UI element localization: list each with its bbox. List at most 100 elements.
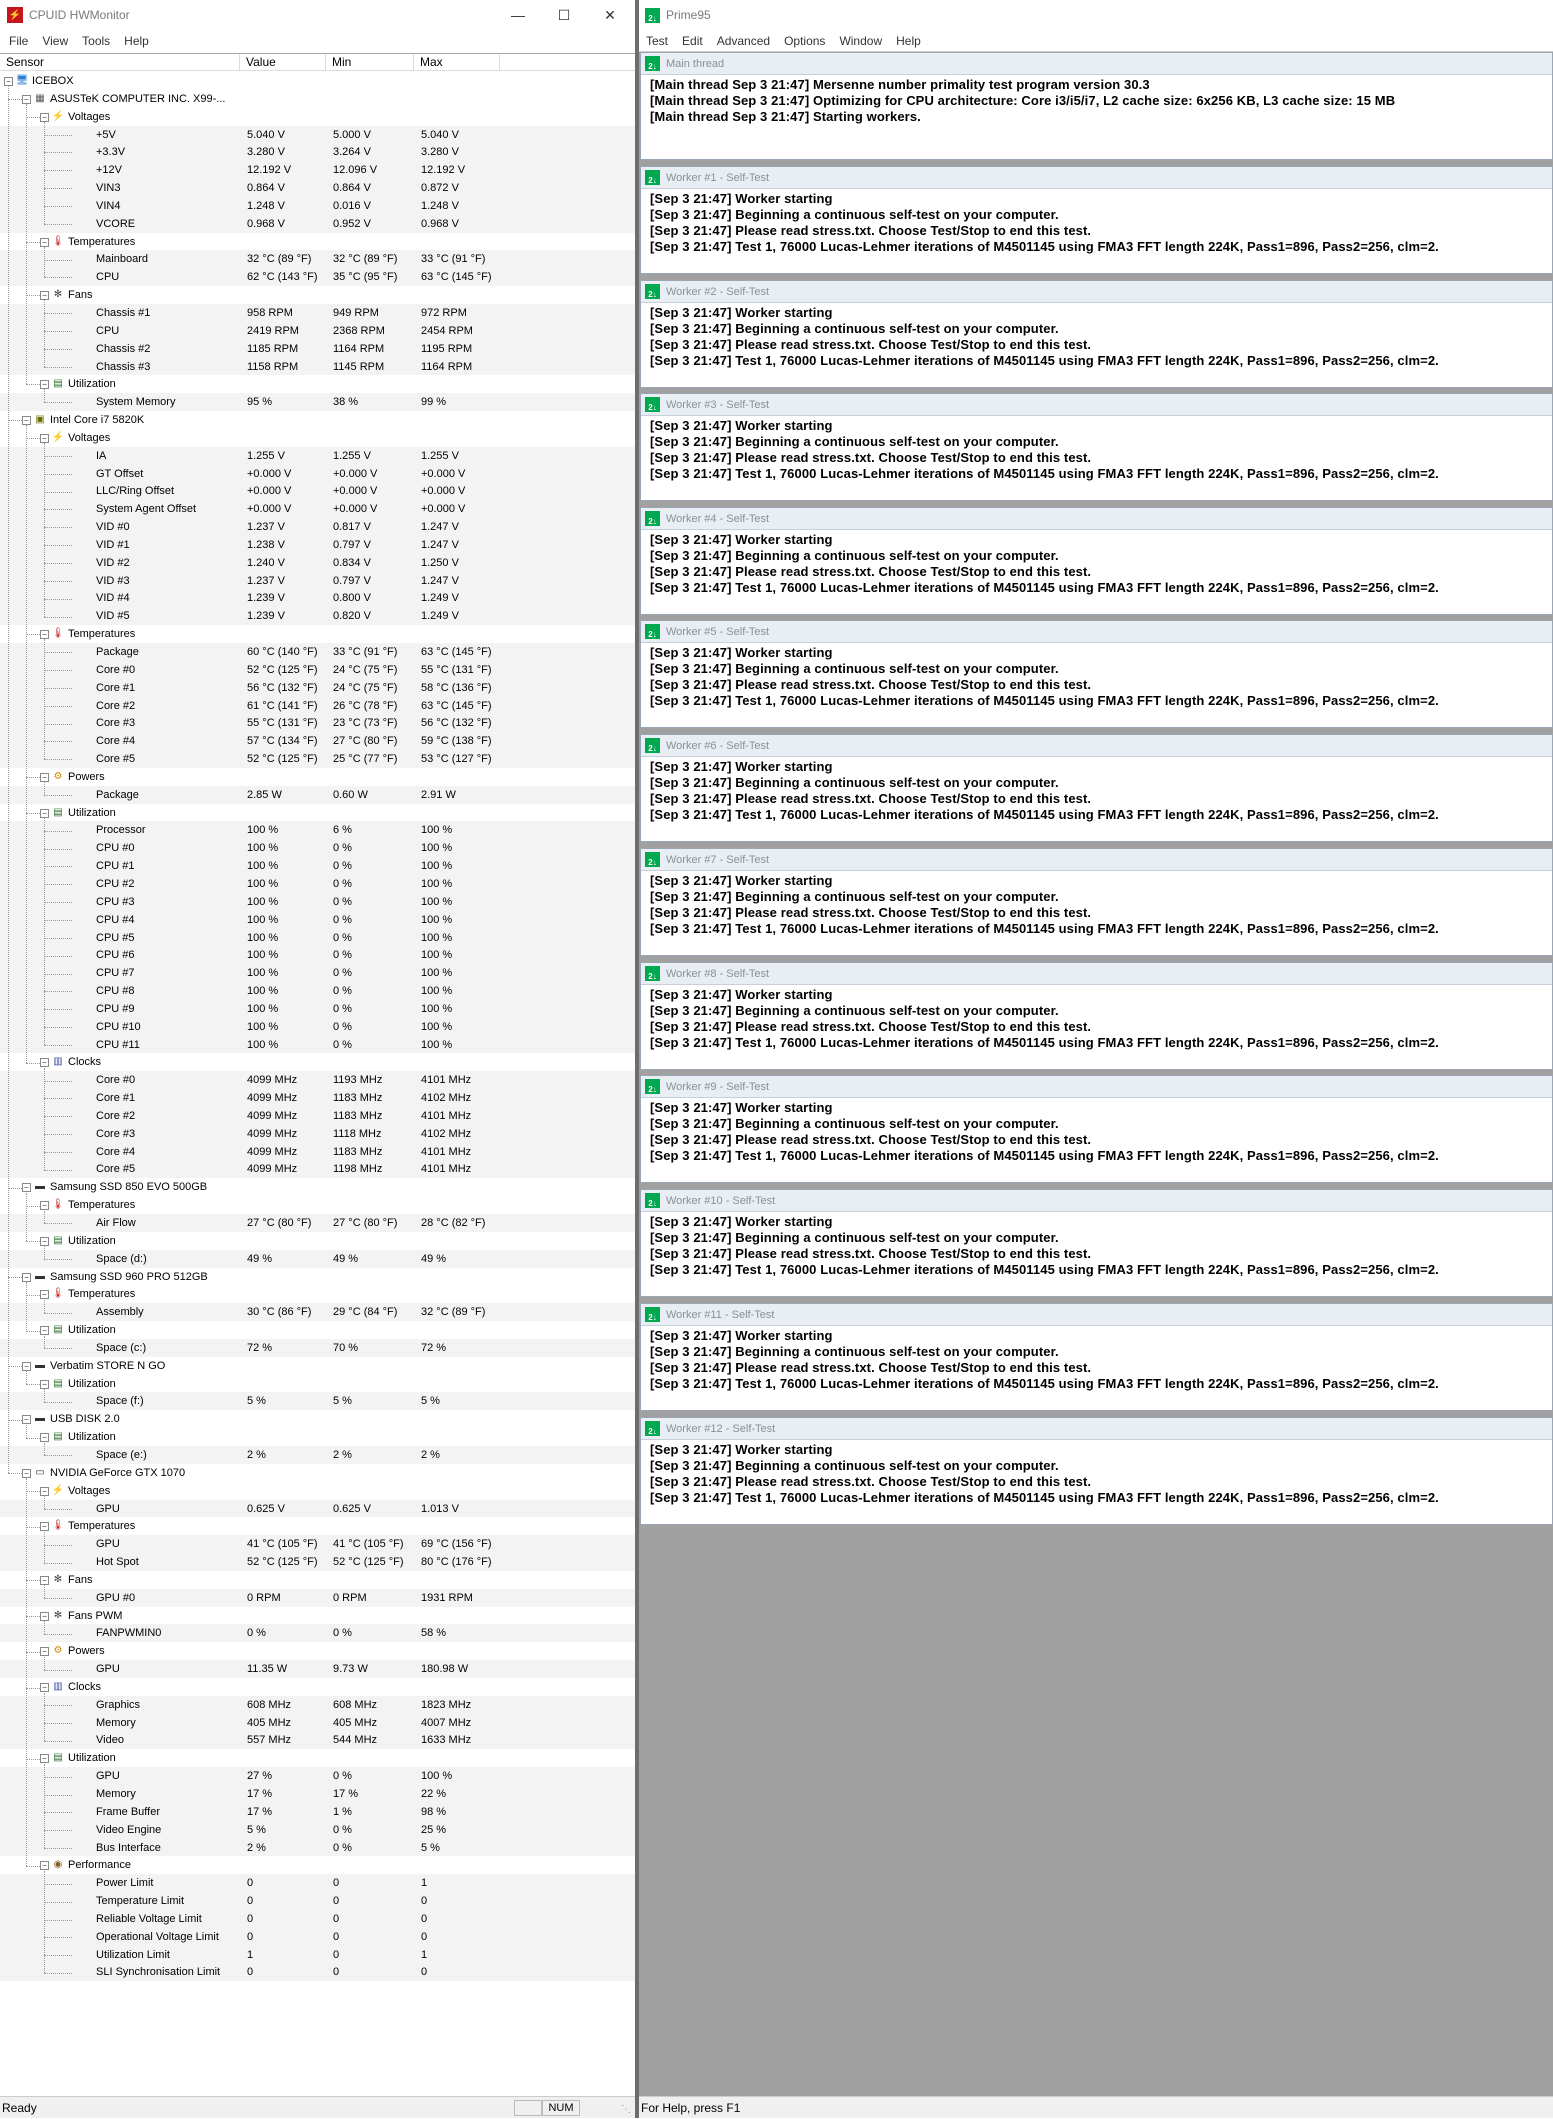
worker-window[interactable]: 2↓ Worker #10 - Self-Test [Sep 3 21:47] Wo… <box>640 1189 1553 1297</box>
sensor-group-row[interactable]: − 🖥 ICEBOX <box>0 72 635 90</box>
sensor-group-row[interactable]: − ▣ Intel Core i7 5820K <box>0 411 635 429</box>
sensor-row[interactable]: Memory 17 % 17 % 22 % <box>0 1785 635 1803</box>
sensor-row[interactable]: FANPWMIN0 0 % 0 % 58 % <box>0 1624 635 1643</box>
sensor-group-row[interactable]: − ◉ Performance <box>0 1856 635 1874</box>
sensor-row[interactable]: GPU 11.35 W 9.73 W 180.98 W <box>0 1660 635 1678</box>
worker-window[interactable]: 2↓ Worker #3 - Self-Test [Sep 3 21:47] Wor… <box>640 393 1553 501</box>
collapse-toggle-icon[interactable]: − <box>40 1754 49 1764</box>
sensor-row[interactable]: CPU 2419 RPM 2368 RPM 2454 RPM <box>0 321 635 340</box>
sensor-row[interactable]: CPU #10 100 % 0 % 100 % <box>0 1017 635 1036</box>
worker-window[interactable]: 2↓ Worker #11 - Self-Test [Sep 3 21:47] Wo… <box>640 1303 1553 1411</box>
sensor-row[interactable]: VID #5 1.239 V 0.820 V 1.249 V <box>0 607 635 626</box>
sensor-row[interactable]: CPU #11 100 % 0 % 100 % <box>0 1035 635 1054</box>
sensor-row[interactable]: VID #4 1.239 V 0.800 V 1.249 V <box>0 589 635 608</box>
collapse-toggle-icon[interactable]: − <box>4 77 13 86</box>
sensor-row[interactable]: Core #5 4099 MHz 1198 MHz 4101 MHz <box>0 1160 635 1179</box>
collapse-toggle-icon[interactable]: − <box>22 1361 31 1371</box>
log-output[interactable]: [Sep 3 21:47] Worker starting [Sep 3 21:4… <box>641 303 1552 369</box>
sensor-group-row[interactable]: − ▤ Utilization <box>0 1321 635 1339</box>
sensor-row[interactable]: CPU #8 100 % 0 % 100 % <box>0 982 635 1000</box>
sensor-group-row[interactable]: − ▭ NVIDIA GeForce GTX 1070 <box>0 1464 635 1482</box>
prime95-titlebar[interactable]: 2↓ Prime95 <box>639 0 1553 30</box>
log-output[interactable]: [Sep 3 21:47] Worker starting [Sep 3 21:4… <box>641 643 1552 709</box>
sensor-group-row[interactable]: − ▬ Samsung SSD 960 PRO 512GB <box>0 1268 635 1286</box>
worker-window[interactable]: 2↓ Worker #5 - Self-Test [Sep 3 21:47] Wor… <box>640 620 1553 728</box>
sensor-row[interactable]: Hot Spot 52 °C (125 °F) 52 °C (125 °F) 80 °… <box>0 1553 635 1571</box>
log-output[interactable]: [Sep 3 21:47] Worker starting [Sep 3 21:4… <box>641 757 1552 823</box>
sensor-group-row[interactable]: − ⚡ Voltages <box>0 108 635 126</box>
sensor-group-row[interactable]: − 🌡 Temperatures <box>0 625 635 643</box>
mdi-window-titlebar[interactable]: 2↓ Worker #9 - Self-Test <box>641 1076 1552 1098</box>
worker-window[interactable]: 2↓ Worker #8 - Self-Test [Sep 3 21:47] Wor… <box>640 962 1553 1070</box>
sensor-group-row[interactable]: − 🌡 Temperatures <box>0 1285 635 1303</box>
maximize-icon[interactable]: ☐ <box>541 0 587 30</box>
sensor-group-row[interactable]: − ▬ Verbatim STORE N GO <box>0 1357 635 1375</box>
sensor-row[interactable]: System Agent Offset +0.000 V +0.000 V +0.00… <box>0 500 635 519</box>
log-output[interactable]: [Sep 3 21:47] Worker starting [Sep 3 21:4… <box>641 1098 1552 1164</box>
collapse-toggle-icon[interactable]: − <box>22 94 31 104</box>
worker-window[interactable]: 2↓ Worker #9 - Self-Test [Sep 3 21:47] Wor… <box>640 1075 1553 1183</box>
sensor-row[interactable]: GPU 27 % 0 % 100 % <box>0 1767 635 1785</box>
main-thread-window[interactable]: 2↓ Main thread [Main thread Sep 3 21:47] M… <box>640 52 1553 160</box>
sensor-group-row[interactable]: − 🌡 Temperatures <box>0 1517 635 1535</box>
collapse-toggle-icon[interactable]: − <box>40 1236 49 1246</box>
sensor-group-row[interactable]: − ✻ Fans <box>0 1571 635 1589</box>
mdi-window-titlebar[interactable]: 2↓ Worker #12 - Self-Test <box>641 1418 1552 1440</box>
column-header-min[interactable]: Min <box>326 54 414 70</box>
sensor-row[interactable]: SLI Synchronisation Limit 0 0 0 <box>0 1963 635 1982</box>
sensor-row[interactable]: CPU 62 °C (143 °F) 35 °C (95 °F) 63 °C (145… <box>0 268 635 287</box>
sensor-group-row[interactable]: − 🌡 Temperatures <box>0 233 635 251</box>
sensor-row[interactable]: Core #0 4099 MHz 1193 MHz 4101 MHz <box>0 1071 635 1090</box>
sensor-row[interactable]: Bus Interface 2 % 0 % 5 % <box>0 1838 635 1857</box>
menu-advanced[interactable]: Advanced <box>710 34 777 48</box>
sensor-row[interactable]: Core #2 61 °C (141 °F) 26 °C (78 °F) 63 °C … <box>0 696 635 715</box>
collapse-toggle-icon[interactable]: − <box>22 416 31 426</box>
close-icon[interactable]: ✕ <box>587 0 633 30</box>
mdi-window-titlebar[interactable]: 2↓ Worker #8 - Self-Test <box>641 963 1552 985</box>
sensor-group-row[interactable]: − ▬ Samsung SSD 850 EVO 500GB <box>0 1178 635 1196</box>
collapse-toggle-icon[interactable]: − <box>40 433 49 443</box>
collapse-toggle-icon[interactable]: − <box>40 237 49 247</box>
log-output[interactable]: [Sep 3 21:47] Worker starting [Sep 3 21:4… <box>641 1326 1552 1392</box>
sensor-row[interactable]: Space (d:) 49 % 49 % 49 % <box>0 1249 635 1268</box>
mdi-window-titlebar[interactable]: 2↓ Worker #10 - Self-Test <box>641 1190 1552 1212</box>
sensor-row[interactable]: CPU #7 100 % 0 % 100 % <box>0 964 635 983</box>
sensor-group-row[interactable]: − ⚡ Voltages <box>0 1482 635 1500</box>
collapse-toggle-icon[interactable]: − <box>40 1522 49 1532</box>
sensor-group-row[interactable]: − ▤ Utilization <box>0 1232 635 1250</box>
collapse-toggle-icon[interactable]: − <box>40 1611 49 1621</box>
column-header-sensor[interactable]: Sensor <box>0 54 240 70</box>
mdi-window-titlebar[interactable]: 2↓ Worker #6 - Self-Test <box>641 735 1552 757</box>
collapse-toggle-icon[interactable]: − <box>40 630 49 640</box>
collapse-toggle-icon[interactable]: − <box>22 1415 31 1425</box>
sensor-group-row[interactable]: − ▦ ASUSTeK COMPUTER INC. X99-... <box>0 90 635 108</box>
sensor-row[interactable]: Operational Voltage Limit 0 0 0 <box>0 1927 635 1946</box>
menu-help[interactable]: Help <box>117 34 156 48</box>
menu-help[interactable]: Help <box>889 34 928 48</box>
mdi-window-titlebar[interactable]: 2↓ Worker #7 - Self-Test <box>641 849 1552 871</box>
worker-window[interactable]: 2↓ Worker #2 - Self-Test [Sep 3 21:47] Wor… <box>640 280 1553 388</box>
column-header-value[interactable]: Value <box>240 54 326 70</box>
sensor-group-row[interactable]: − ▬ USB DISK 2.0 <box>0 1410 635 1428</box>
collapse-toggle-icon[interactable]: − <box>40 1433 49 1443</box>
log-output[interactable]: [Sep 3 21:47] Worker starting [Sep 3 21:4… <box>641 1440 1552 1506</box>
sensor-row[interactable]: CPU #2 100 % 0 % 100 % <box>0 874 635 893</box>
mdi-window-titlebar[interactable]: 2↓ Main thread <box>641 53 1552 75</box>
menu-test[interactable]: Test <box>639 34 675 48</box>
collapse-toggle-icon[interactable]: − <box>40 808 49 818</box>
sensor-row[interactable]: GPU #0 0 RPM 0 RPM 1931 RPM <box>0 1588 635 1607</box>
log-output[interactable]: [Sep 3 21:47] Worker starting [Sep 3 21:4… <box>641 985 1552 1051</box>
log-output[interactable]: [Main thread Sep 3 21:47] Mersenne numbe… <box>641 75 1552 125</box>
sensor-row[interactable]: Air Flow 27 °C (80 °F) 27 °C (80 °F) 28 °C … <box>0 1214 635 1232</box>
sensor-row[interactable]: IA 1.255 V 1.255 V 1.255 V <box>0 446 635 465</box>
sensor-row[interactable]: Utilization Limit 1 0 1 <box>0 1945 635 1964</box>
sensor-row[interactable]: Core #3 55 °C (131 °F) 23 °C (73 °F) 56 °C … <box>0 714 635 733</box>
sensor-row[interactable]: Assembly 30 °C (86 °F) 29 °C (84 °F) 32 °C … <box>0 1303 635 1322</box>
sensor-group-row[interactable]: − ✻ Fans <box>0 286 635 304</box>
sensor-row[interactable]: Core #1 4099 MHz 1183 MHz 4102 MHz <box>0 1089 635 1107</box>
sensor-row[interactable]: GT Offset +0.000 V +0.000 V +0.000 V <box>0 464 635 483</box>
collapse-toggle-icon[interactable]: − <box>40 112 49 122</box>
sensor-group-row[interactable]: − ⚙ Powers <box>0 1642 635 1660</box>
collapse-toggle-icon[interactable]: − <box>40 291 49 301</box>
worker-window[interactable]: 2↓ Worker #1 - Self-Test [Sep 3 21:47] Wor… <box>640 166 1553 274</box>
